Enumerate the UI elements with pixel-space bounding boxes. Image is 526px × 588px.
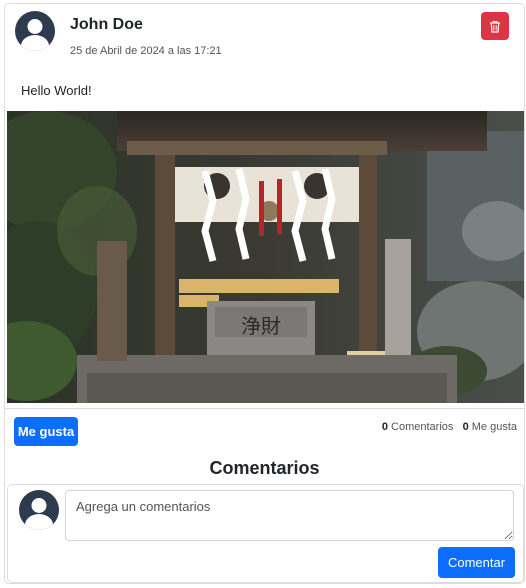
post-stats: 0 Comentarios 0 Me gusta xyxy=(382,421,517,433)
commenter-avatar xyxy=(19,490,59,530)
trash-icon xyxy=(490,20,500,33)
avatar-body-shape xyxy=(25,514,53,530)
comment-input[interactable] xyxy=(65,490,514,541)
comments-count: 0 xyxy=(381,421,388,433)
comments-title: Comentarios xyxy=(209,458,320,478)
delete-post-button[interactable] xyxy=(481,12,509,40)
avatar-head-shape xyxy=(31,498,47,513)
likes-count-label: Me gusta xyxy=(471,421,517,433)
post-text: Hello World! xyxy=(21,83,92,98)
avatar-head-shape xyxy=(27,19,43,34)
divider xyxy=(5,408,524,409)
shrine-sign: 浄財 xyxy=(241,314,281,338)
author-avatar[interactable] xyxy=(15,11,55,51)
likes-count: 0 xyxy=(462,421,469,433)
avatar-body-shape xyxy=(21,35,49,51)
comments-count-label: Comentarios xyxy=(391,421,454,433)
post-card: John Doe 25 de Abril de 2024 a las 17:21… xyxy=(4,3,525,584)
like-button[interactable]: Me gusta xyxy=(14,417,78,446)
post-image[interactable]: 浄財 xyxy=(7,111,524,403)
post-date: 25 de Abril de 2024 a las 17:21 xyxy=(70,45,222,57)
comment-form: Comentar xyxy=(7,484,524,583)
author-name[interactable]: John Doe xyxy=(70,16,143,34)
submit-comment-button[interactable]: Comentar xyxy=(438,547,515,578)
